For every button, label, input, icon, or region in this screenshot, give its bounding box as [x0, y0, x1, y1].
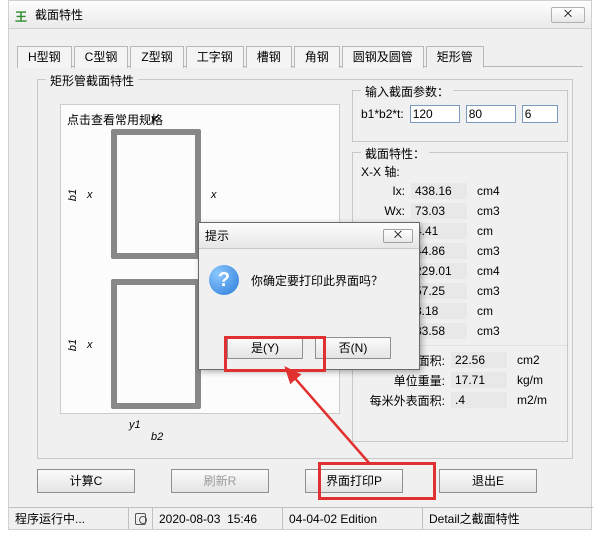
close-button[interactable]: ⨉: [551, 7, 585, 23]
question-icon: ?: [209, 265, 239, 295]
input-group-title: 输入截面参数：: [361, 83, 453, 100]
tab-6[interactable]: 圆钢及圆管: [342, 46, 424, 68]
axis-label: X-X 轴:: [361, 163, 400, 180]
window-title: 截面特性: [35, 6, 551, 23]
print-button[interactable]: 界面打印P: [305, 469, 403, 493]
dialog-title: 提示: [205, 227, 383, 244]
prop-row: Ix:438.16cm4: [353, 181, 567, 201]
dialog-titlebar: 提示 ⨉: [199, 223, 419, 249]
prop-row: Wx:73.03cm3: [353, 201, 567, 221]
tab-3[interactable]: 工字钢: [186, 46, 244, 68]
no-button[interactable]: 否(N): [315, 337, 391, 359]
tab-1[interactable]: C型钢: [74, 46, 129, 68]
diagram-hint: 点击查看常用规格: [67, 111, 163, 128]
confirm-dialog: 提示 ⨉ ? 你确定要打印此界面吗？ 是(Y) 否(N): [198, 222, 420, 370]
app-icon: 王: [15, 8, 29, 22]
input-t[interactable]: [522, 105, 558, 123]
input-label: b1*b2*t:: [361, 107, 404, 121]
status-detail: Detail之截面特性: [423, 508, 593, 529]
calc-button[interactable]: 计算C: [37, 469, 135, 493]
dialog-message: 你确定要打印此界面吗？: [251, 272, 383, 289]
status-datetime: 2020-08-03 15:46: [153, 508, 283, 529]
button-row: 计算C 刷新R 界面打印P 退出E: [37, 469, 537, 493]
exit-button[interactable]: 退出E: [439, 469, 537, 493]
input-b2[interactable]: [466, 105, 516, 123]
tab-7[interactable]: 矩形管: [426, 46, 484, 68]
refresh-button: 刷新R: [171, 469, 269, 493]
tab-5[interactable]: 角钢: [294, 46, 340, 68]
input-group: 输入截面参数： b1*b2*t:: [352, 90, 568, 142]
prop-extra-row: 每米外表面积:.4m2/m: [353, 390, 567, 410]
status-edition: 04-04-02 Edition: [283, 508, 423, 529]
dialog-close-button[interactable]: ⨉: [383, 229, 413, 243]
main-group-title: 矩形管截面特性: [46, 72, 138, 89]
titlebar: 王 截面特性 ⨉: [9, 1, 591, 29]
tab-2[interactable]: Z型钢: [130, 46, 183, 68]
props-group-title: 截面特性：: [361, 145, 429, 162]
prop-extra-row: 单位重量:17.71kg/m: [353, 370, 567, 390]
tab-4[interactable]: 槽钢: [246, 46, 292, 68]
yes-button[interactable]: 是(Y): [227, 337, 303, 359]
tabs: H型钢C型钢Z型钢工字钢槽钢角钢圆钢及圆管矩形管: [17, 45, 583, 67]
camera-icon: [129, 508, 153, 529]
tab-0[interactable]: H型钢: [17, 46, 72, 68]
input-b1[interactable]: [410, 105, 460, 123]
status-running: 程序运行中...: [9, 508, 129, 529]
status-bar: 程序运行中... 2020-08-03 15:46 04-04-02 Editi…: [9, 507, 593, 529]
